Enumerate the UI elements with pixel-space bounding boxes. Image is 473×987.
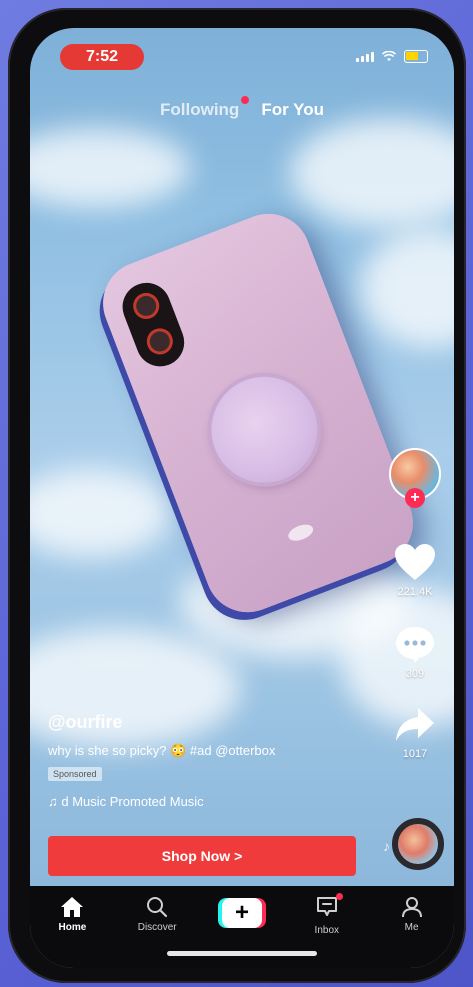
nav-home-label: Home: [58, 922, 87, 933]
case-logo: [286, 521, 316, 544]
like-count: 221.4K: [397, 586, 433, 598]
comment-icon[interactable]: [394, 624, 436, 664]
nav-discover[interactable]: Discover: [127, 896, 187, 933]
cloud: [360, 228, 454, 348]
nav-discover-label: Discover: [137, 922, 177, 933]
music-disc[interactable]: [392, 818, 444, 870]
nav-inbox-label: Inbox: [314, 925, 340, 936]
home-icon: [61, 897, 84, 917]
tab-for-you[interactable]: For You: [261, 100, 324, 120]
like-action[interactable]: 221.4K: [393, 542, 437, 598]
music-info[interactable]: ♫ d Music Promoted Music: [48, 794, 378, 809]
phone-frame: 7:52 Following For You + 221.4K 309 1017…: [8, 8, 466, 983]
share-arrow-icon[interactable]: [394, 706, 436, 744]
inbox-icon: [316, 897, 337, 916]
battery-icon: [404, 50, 428, 63]
music-note-icon: ♪: [383, 838, 390, 854]
shop-now-button[interactable]: Shop Now >: [48, 836, 356, 876]
signal-icon: [356, 51, 374, 62]
camera-module: [115, 275, 192, 374]
comment-action[interactable]: 309: [394, 624, 436, 680]
bottom-nav: Home Discover + Inbox Me: [30, 893, 454, 936]
heart-icon[interactable]: [393, 542, 437, 582]
tab-for-you-label: For You: [261, 100, 324, 119]
feed-tabs: Following For You: [30, 96, 454, 120]
creator-avatar[interactable]: +: [389, 448, 441, 508]
inbox-icon-wrap: [315, 893, 343, 921]
nav-create[interactable]: +: [212, 896, 272, 928]
nav-me-label: Me: [404, 922, 419, 933]
share-count: 1017: [402, 748, 428, 760]
post-caption: @ourfire why is she so picky? 😳 #ad @ott…: [48, 712, 378, 809]
side-action-bar: + 221.4K 309 1017: [384, 448, 446, 760]
tab-following[interactable]: Following: [160, 96, 250, 120]
sponsored-badge: Sponsored: [48, 767, 102, 781]
cloud: [30, 468, 170, 558]
popsocket-grip: [195, 361, 333, 499]
tab-following-label: Following: [160, 100, 240, 119]
status-time: 7:52: [60, 44, 144, 70]
cloud: [290, 118, 454, 228]
cloud: [30, 128, 190, 208]
bottom-nav-bar: Home Discover + Inbox Me: [30, 886, 454, 968]
create-plus-icon[interactable]: +: [217, 898, 266, 928]
notification-dot: [241, 96, 250, 104]
post-description: why is she so picky? 😳 #ad @otterbox: [48, 743, 276, 758]
wifi-icon: [382, 51, 396, 61]
follow-plus-icon[interactable]: +: [405, 488, 425, 508]
share-action[interactable]: 1017: [394, 706, 436, 760]
inbox-notification-dot: [335, 893, 343, 900]
nav-inbox[interactable]: Inbox: [297, 893, 357, 936]
video-feed-screen[interactable]: 7:52 Following For You + 221.4K 309 1017…: [30, 28, 454, 968]
nav-me[interactable]: Me: [382, 896, 442, 933]
profile-icon: [401, 897, 422, 918]
home-indicator[interactable]: [167, 951, 317, 956]
comment-count: 309: [405, 668, 425, 680]
status-icons: [356, 50, 428, 63]
music-label: ♫ d Music Promoted Music: [48, 794, 204, 809]
nav-home[interactable]: Home: [42, 896, 102, 933]
post-username[interactable]: @ourfire: [48, 712, 378, 733]
search-icon: [147, 897, 168, 918]
